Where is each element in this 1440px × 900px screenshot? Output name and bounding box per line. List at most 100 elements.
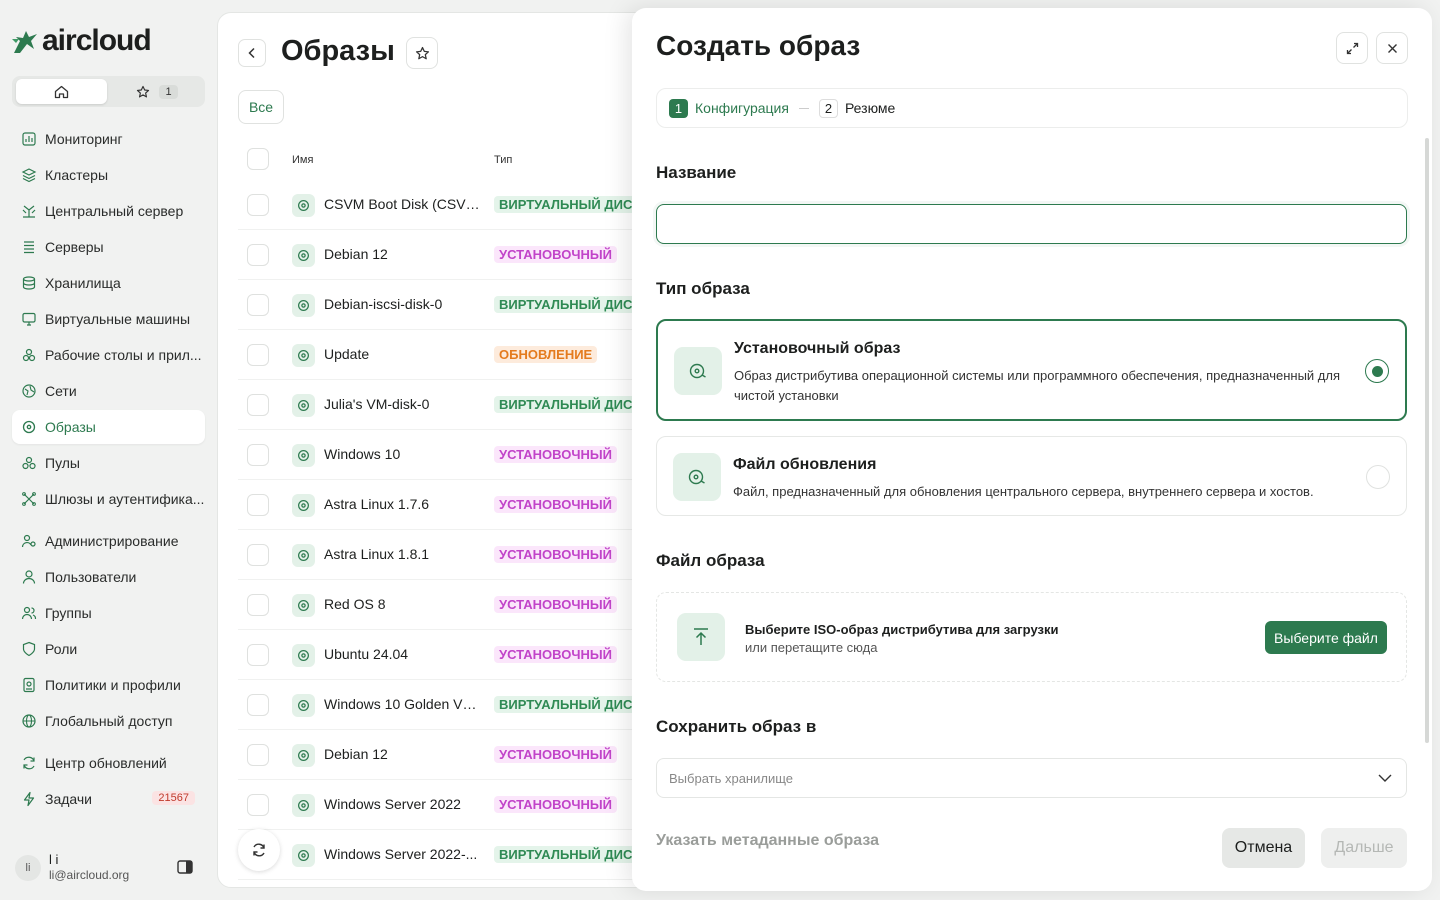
image-icon-wrap bbox=[292, 444, 315, 467]
central-server-icon bbox=[22, 205, 36, 218]
name-input[interactable] bbox=[656, 204, 1407, 244]
sidebar-item-global-access[interactable]: Глобальный доступ bbox=[12, 704, 205, 738]
table-row[interactable]: Astra Linux 1.7.6 УСТАНОВОЧНЫЙ bbox=[238, 480, 656, 530]
row-checkbox[interactable] bbox=[247, 544, 269, 566]
table-row[interactable]: Windows 10 Golden VM... ВИРТУАЛЬНЫЙ ДИСК bbox=[238, 680, 656, 730]
refresh-button[interactable] bbox=[238, 829, 280, 871]
row-checkbox[interactable] bbox=[247, 294, 269, 316]
table-row[interactable]: Julia's VM-disk-0 ВИРТУАЛЬНЫЙ ДИСК bbox=[238, 380, 656, 430]
sidebar-item-storage[interactable]: Хранилища bbox=[12, 266, 205, 300]
scrollbar[interactable] bbox=[1425, 138, 1429, 743]
table-row[interactable]: Astra Linux 1.8.1 УСТАНОВОЧНЫЙ bbox=[238, 530, 656, 580]
row-checkbox[interactable] bbox=[247, 594, 269, 616]
table-row[interactable]: CSVM Boot Disk (CSVM ... ВИРТУАЛЬНЫЙ ДИСК bbox=[238, 180, 656, 230]
row-name[interactable]: Debian 12 bbox=[324, 246, 388, 262]
sidebar-item-pools[interactable]: Пулы bbox=[12, 446, 205, 480]
row-name[interactable]: Windows 10 Golden VM... bbox=[324, 696, 482, 712]
choose-file-button[interactable]: Выберите файл bbox=[1265, 621, 1387, 654]
sidebar-item-tasks[interactable]: Задачи 21567 bbox=[12, 782, 205, 816]
sidebar-item-label: Глобальный доступ bbox=[45, 713, 173, 729]
row-checkbox[interactable] bbox=[247, 344, 269, 366]
sidebar-item-images[interactable]: Образы bbox=[12, 410, 205, 444]
table-row[interactable]: Update ОБНОВЛЕНИЕ bbox=[238, 330, 656, 380]
home-tab[interactable] bbox=[16, 79, 107, 104]
sidebar-item-roles[interactable]: Роли bbox=[12, 632, 205, 666]
next-button[interactable]: Дальше bbox=[1321, 828, 1407, 868]
sidebar-item-policies-profiles[interactable]: Политики и профили bbox=[12, 668, 205, 702]
table-row[interactable]: Red OS 8 УСТАНОВОЧНЫЙ bbox=[238, 580, 656, 630]
sidebar-item-users[interactable]: Пользователи bbox=[12, 560, 205, 594]
disc-icon bbox=[298, 850, 309, 861]
table-row[interactable]: Ubuntu 24.04 УСТАНОВОЧНЫЙ bbox=[238, 630, 656, 680]
image-icon-wrap bbox=[292, 394, 315, 417]
sidebar-item-clusters[interactable]: Кластеры bbox=[12, 158, 205, 192]
sidebar-item-central-server[interactable]: Центральный сервер bbox=[12, 194, 205, 228]
table-row[interactable]: Debian-iscsi-disk-0 ВИРТУАЛЬНЫЙ ДИСК bbox=[238, 280, 656, 330]
globe-icon bbox=[22, 714, 36, 728]
row-checkbox[interactable] bbox=[247, 394, 269, 416]
row-name[interactable]: Ubuntu 24.04 bbox=[324, 646, 408, 662]
row-checkbox[interactable] bbox=[247, 644, 269, 666]
row-name[interactable]: Astra Linux 1.8.1 bbox=[324, 546, 429, 562]
row-name[interactable]: Astra Linux 1.7.6 bbox=[324, 496, 429, 512]
table-row[interactable]: Debian 12 УСТАНОВОЧНЫЙ bbox=[238, 230, 656, 280]
row-name[interactable]: Windows Server 2022-... bbox=[324, 846, 477, 862]
sidebar-toggle-button[interactable] bbox=[177, 860, 193, 874]
sidebar-item-groups[interactable]: Группы bbox=[12, 596, 205, 630]
row-name[interactable]: Debian 12 bbox=[324, 746, 388, 762]
option-update-file[interactable]: Файл обновления Файл, предназначенный дл… bbox=[656, 436, 1407, 516]
row-name[interactable]: Debian-iscsi-disk-0 bbox=[324, 296, 442, 312]
column-type[interactable]: Тип bbox=[494, 154, 512, 166]
file-dropzone[interactable]: Выберите ISO-образ дистрибутива для загр… bbox=[656, 592, 1407, 682]
disc-icon bbox=[298, 500, 309, 511]
row-checkbox[interactable] bbox=[247, 694, 269, 716]
table-row[interactable]: Windows Server 2022 УСТАНОВОЧНЫЙ bbox=[238, 780, 656, 830]
metadata-link[interactable]: Указать метаданные образа bbox=[656, 832, 879, 850]
favorites-tab[interactable]: 1 bbox=[112, 79, 202, 104]
row-checkbox[interactable] bbox=[247, 194, 269, 216]
sidebar-item-virtual-machines[interactable]: Виртуальные машины bbox=[12, 302, 205, 336]
row-name[interactable]: Windows 10 bbox=[324, 446, 400, 462]
favorites-count: 1 bbox=[159, 84, 178, 99]
row-name[interactable]: Windows Server 2022 bbox=[324, 796, 461, 812]
storage-select[interactable]: Выбрать хранилище bbox=[656, 758, 1407, 798]
sidebar-item-monitoring[interactable]: Мониторинг bbox=[12, 122, 205, 156]
favorite-button[interactable] bbox=[406, 37, 438, 69]
row-name[interactable]: Julia's VM-disk-0 bbox=[324, 396, 429, 412]
logo[interactable]: aircloud bbox=[10, 24, 152, 58]
column-name[interactable]: Имя bbox=[292, 154, 313, 166]
close-button[interactable] bbox=[1376, 32, 1408, 64]
sidebar-item-administration[interactable]: Администрирование bbox=[12, 524, 205, 558]
radio-unselected[interactable] bbox=[1366, 465, 1390, 489]
table-row[interactable]: Windows Server 2022-... ВИРТУАЛЬНЫЙ ДИСК bbox=[238, 830, 656, 880]
sidebar-item-servers[interactable]: Серверы bbox=[12, 230, 205, 264]
sidebar-item-desktops-apps[interactable]: Рабочие столы и прил... bbox=[12, 338, 205, 372]
sidebar-item-update-center[interactable]: Центр обновлений bbox=[12, 746, 205, 780]
database-icon bbox=[22, 276, 36, 290]
radio-selected[interactable] bbox=[1365, 359, 1389, 383]
row-checkbox[interactable] bbox=[247, 444, 269, 466]
step-summary[interactable]: 2 Резюме bbox=[818, 98, 895, 118]
row-checkbox[interactable] bbox=[247, 744, 269, 766]
row-checkbox[interactable] bbox=[247, 494, 269, 516]
option-title: Файл обновления bbox=[733, 456, 877, 473]
user-profile[interactable]: li l i li@aircloud.org bbox=[15, 852, 129, 883]
sidebar-item-gateways-auth[interactable]: Шлюзы и аутентифика... bbox=[12, 482, 205, 516]
back-button[interactable] bbox=[238, 39, 266, 67]
row-name[interactable]: CSVM Boot Disk (CSVM ... bbox=[324, 196, 482, 212]
sidebar-item-networks[interactable]: Сети bbox=[12, 374, 205, 408]
cancel-button[interactable]: Отмена bbox=[1222, 828, 1305, 868]
row-name[interactable]: Red OS 8 bbox=[324, 596, 385, 612]
save-to-label: Сохранить образ в bbox=[656, 717, 817, 736]
select-all-checkbox[interactable] bbox=[247, 148, 269, 170]
row-checkbox[interactable] bbox=[247, 244, 269, 266]
row-name[interactable]: Update bbox=[324, 346, 369, 362]
disc-icon-wrap bbox=[673, 453, 721, 501]
expand-button[interactable] bbox=[1336, 32, 1368, 64]
step-configuration[interactable]: 1 Конфигурация bbox=[669, 98, 789, 118]
option-install-image[interactable]: Установочный образ Образ дистрибутива оп… bbox=[656, 319, 1407, 421]
row-checkbox[interactable] bbox=[247, 794, 269, 816]
table-row[interactable]: Windows 10 УСТАНОВОЧНЫЙ bbox=[238, 430, 656, 480]
filter-all-button[interactable]: Все bbox=[238, 90, 284, 124]
table-row[interactable]: Debian 12 УСТАНОВОЧНЫЙ bbox=[238, 730, 656, 780]
